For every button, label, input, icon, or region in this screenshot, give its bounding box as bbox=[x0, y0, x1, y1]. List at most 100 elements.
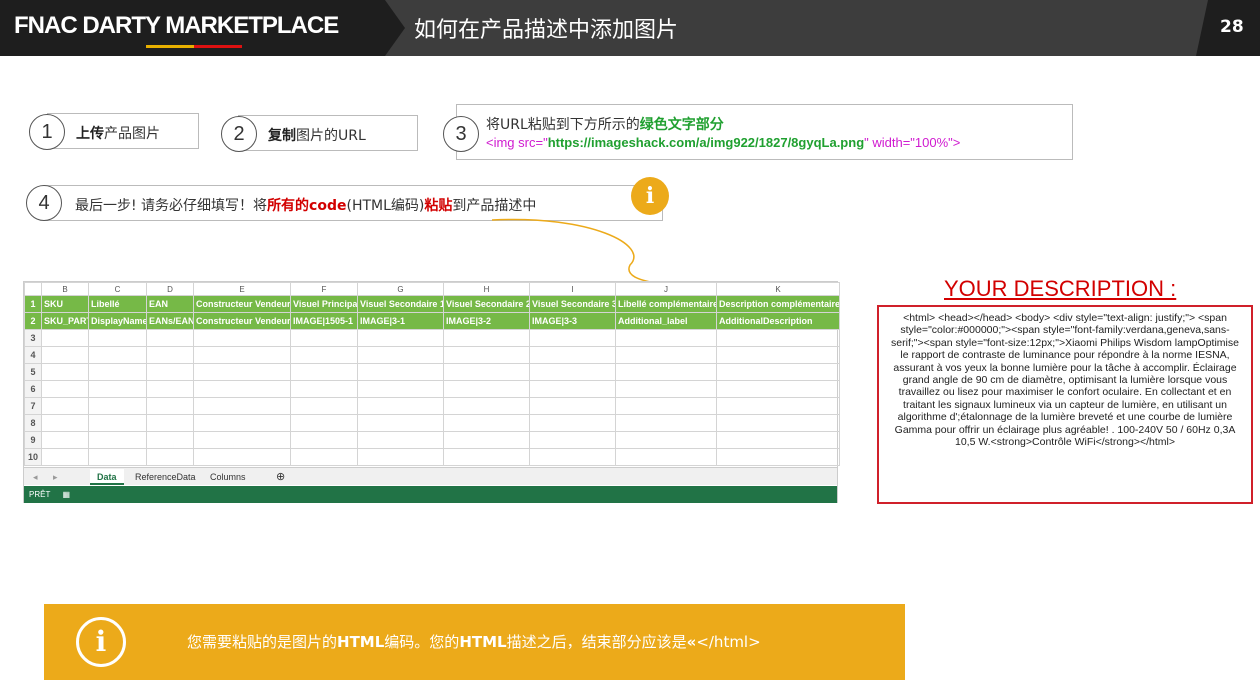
table-cell[interactable] bbox=[41, 329, 89, 347]
table-cell[interactable] bbox=[357, 431, 444, 449]
table-cell[interactable] bbox=[357, 380, 444, 398]
table-cell[interactable] bbox=[193, 431, 291, 449]
table-cell[interactable] bbox=[615, 363, 717, 381]
table-cell[interactable]: IMAGE|3-1 bbox=[357, 312, 444, 330]
table-cell[interactable]: SKU bbox=[41, 295, 89, 313]
table-cell[interactable] bbox=[716, 397, 840, 415]
sheet-tab-referencedata[interactable]: ReferenceData bbox=[128, 469, 203, 485]
table-cell[interactable] bbox=[88, 380, 147, 398]
table-cell[interactable] bbox=[443, 414, 530, 432]
table-cell[interactable] bbox=[146, 431, 194, 449]
table-cell[interactable] bbox=[290, 448, 358, 466]
table-cell[interactable] bbox=[193, 346, 291, 364]
table-cell[interactable] bbox=[41, 380, 89, 398]
table-cell[interactable] bbox=[146, 397, 194, 415]
table-cell[interactable]: Visuel Secondaire 3 bbox=[529, 295, 616, 313]
sheet-tab-data[interactable]: Data bbox=[90, 469, 124, 485]
table-cell[interactable]: Visuel Principal bbox=[290, 295, 358, 313]
table-cell[interactable] bbox=[529, 363, 616, 381]
scroll-left-icon[interactable]: ◂ bbox=[26, 469, 45, 485]
table-cell[interactable]: Description complémentaire bbox=[716, 295, 840, 313]
table-cell[interactable] bbox=[290, 380, 358, 398]
table-cell[interactable]: IMAGE|1505-1 bbox=[290, 312, 358, 330]
table-cell[interactable] bbox=[443, 431, 530, 449]
table-cell[interactable] bbox=[290, 414, 358, 432]
table-cell[interactable] bbox=[529, 329, 616, 347]
table-cell[interactable] bbox=[41, 397, 89, 415]
table-cell[interactable] bbox=[88, 448, 147, 466]
table-cell[interactable] bbox=[193, 363, 291, 381]
table-cell[interactable]: IMAGE|3-3 bbox=[529, 312, 616, 330]
scroll-right-icon[interactable]: ▸ bbox=[46, 469, 65, 485]
table-cell[interactable] bbox=[41, 448, 89, 466]
table-cell[interactable] bbox=[529, 346, 616, 364]
table-cell[interactable] bbox=[193, 380, 291, 398]
table-cell[interactable] bbox=[146, 346, 194, 364]
table-cell[interactable]: Additional_label bbox=[615, 312, 717, 330]
table-cell[interactable] bbox=[443, 448, 530, 466]
table-cell[interactable] bbox=[88, 329, 147, 347]
table-cell[interactable] bbox=[357, 329, 444, 347]
table-cell[interactable] bbox=[615, 414, 717, 432]
table-cell[interactable] bbox=[529, 414, 616, 432]
table-cell[interactable] bbox=[357, 414, 444, 432]
table-cell[interactable] bbox=[357, 448, 444, 466]
table-cell[interactable] bbox=[443, 346, 530, 364]
table-cell[interactable] bbox=[290, 363, 358, 381]
table-cell[interactable] bbox=[716, 346, 840, 364]
table-cell[interactable] bbox=[88, 346, 147, 364]
table-cell[interactable] bbox=[357, 346, 444, 364]
table-cell[interactable] bbox=[529, 431, 616, 449]
table-cell[interactable] bbox=[146, 414, 194, 432]
table-cell[interactable]: IMAGE|3-2 bbox=[443, 312, 530, 330]
table-cell[interactable]: AdditionalDescription bbox=[716, 312, 840, 330]
table-cell[interactable] bbox=[529, 380, 616, 398]
table-cell[interactable]: Visuel Secondaire 2 bbox=[443, 295, 530, 313]
table-cell[interactable] bbox=[88, 414, 147, 432]
table-cell[interactable] bbox=[443, 397, 530, 415]
sheet-view-icon[interactable]: ▦ bbox=[62, 490, 70, 499]
table-cell[interactable] bbox=[716, 431, 840, 449]
table-cell[interactable] bbox=[615, 346, 717, 364]
table-cell[interactable]: Visuel Secondaire 1 bbox=[357, 295, 444, 313]
table-cell[interactable] bbox=[615, 448, 717, 466]
table-cell[interactable]: Constructeur Vendeur bbox=[193, 295, 291, 313]
table-cell[interactable] bbox=[716, 414, 840, 432]
table-cell[interactable] bbox=[290, 329, 358, 347]
table-cell[interactable] bbox=[529, 448, 616, 466]
table-cell[interactable] bbox=[88, 397, 147, 415]
table-cell[interactable] bbox=[193, 397, 291, 415]
table-cell[interactable] bbox=[443, 363, 530, 381]
table-cell[interactable] bbox=[615, 431, 717, 449]
add-sheet-icon[interactable]: ⊕ bbox=[269, 469, 292, 485]
table-cell[interactable] bbox=[357, 363, 444, 381]
table-cell[interactable] bbox=[716, 329, 840, 347]
table-cell[interactable] bbox=[193, 414, 291, 432]
table-cell[interactable] bbox=[290, 431, 358, 449]
table-cell[interactable] bbox=[41, 431, 89, 449]
table-cell[interactable] bbox=[146, 380, 194, 398]
table-cell[interactable] bbox=[41, 414, 89, 432]
table-cell[interactable] bbox=[193, 329, 291, 347]
table-cell[interactable] bbox=[290, 397, 358, 415]
table-cell[interactable]: DisplayName bbox=[88, 312, 147, 330]
table-cell[interactable] bbox=[193, 448, 291, 466]
table-cell[interactable] bbox=[146, 363, 194, 381]
table-cell[interactable] bbox=[88, 363, 147, 381]
table-cell[interactable] bbox=[529, 397, 616, 415]
table-cell[interactable] bbox=[716, 380, 840, 398]
sheet-tab-columns[interactable]: Columns bbox=[203, 469, 253, 485]
table-cell[interactable] bbox=[443, 380, 530, 398]
table-cell[interactable]: EAN bbox=[146, 295, 194, 313]
table-cell[interactable] bbox=[615, 329, 717, 347]
table-cell[interactable] bbox=[716, 363, 840, 381]
table-cell[interactable]: EANs/EAN bbox=[146, 312, 194, 330]
table-cell[interactable] bbox=[615, 397, 717, 415]
table-cell[interactable] bbox=[41, 346, 89, 364]
table-cell[interactable]: Libellé bbox=[88, 295, 147, 313]
table-cell[interactable]: SKU_PART bbox=[41, 312, 89, 330]
table-cell[interactable]: Constructeur Vendeur bbox=[193, 312, 291, 330]
table-cell[interactable] bbox=[615, 380, 717, 398]
table-cell[interactable] bbox=[41, 363, 89, 381]
table-cell[interactable] bbox=[88, 431, 147, 449]
